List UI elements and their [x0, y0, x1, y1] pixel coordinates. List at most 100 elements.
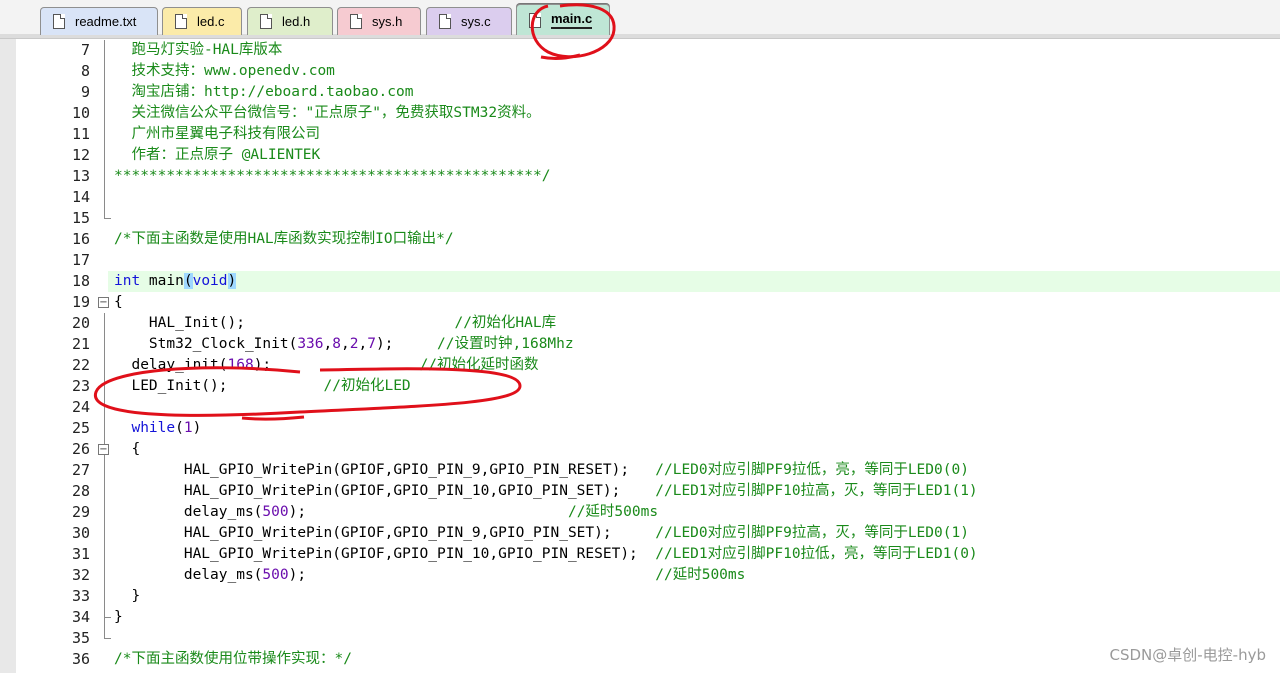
- line-number: 10: [71, 104, 90, 122]
- file-icon: [529, 12, 541, 28]
- code-text: while(1): [131, 420, 202, 436]
- file-icon: [350, 14, 362, 29]
- file-icon: [53, 14, 65, 29]
- tab-label: readme.txt: [75, 14, 137, 29]
- file-icon: [260, 14, 272, 29]
- code-line[interactable]: 29 delay_ms(500); //延时500ms: [0, 502, 1280, 523]
- code-text: HAL_GPIO_WritePin(GPIOF,GPIO_PIN_10,GPIO…: [114, 483, 978, 499]
- line-number: 35: [71, 629, 90, 647]
- tab-sys-c[interactable]: sys.c: [426, 7, 512, 35]
- code-line[interactable]: 22 delay_init(168); //初始化延时函数: [0, 355, 1280, 376]
- line-number: 24: [71, 398, 90, 416]
- code-text: {: [114, 294, 123, 310]
- code-line[interactable]: 9 淘宝店铺：http://eboard.taobao.com: [0, 82, 1280, 103]
- fold-toggle-icon[interactable]: −: [98, 444, 109, 455]
- line-number: 7: [80, 41, 90, 59]
- code-text: Stm32_Clock_Init(336,8,2,7); //设置时钟,168M…: [114, 336, 574, 352]
- line-number: 15: [71, 209, 90, 227]
- line-number: 12: [71, 146, 90, 164]
- code-line[interactable]: 31 HAL_GPIO_WritePin(GPIOF,GPIO_PIN_10,G…: [0, 544, 1280, 565]
- code-line[interactable]: 30 HAL_GPIO_WritePin(GPIOF,GPIO_PIN_9,GP…: [0, 523, 1280, 544]
- line-number: 25: [71, 419, 90, 437]
- code-line[interactable]: 23 LED_Init(); //初始化LED: [0, 376, 1280, 397]
- fold-toggle-icon[interactable]: −: [98, 297, 109, 308]
- line-number: 27: [71, 461, 90, 479]
- code-line[interactable]: 18 int main(void): [0, 271, 1280, 292]
- code-line[interactable]: 13 **************************************…: [0, 166, 1280, 187]
- file-icon: [175, 14, 187, 29]
- code-line[interactable]: 11 广州市星翼电子科技有限公司: [0, 124, 1280, 145]
- code-text: delay_init(168); //初始化延时函数: [114, 357, 539, 373]
- code-line[interactable]: 21 Stm32_Clock_Init(336,8,2,7); //设置时钟,1…: [0, 334, 1280, 355]
- code-line[interactable]: 12 作者：正点原子 @ALIENTEK: [0, 145, 1280, 166]
- line-number: 34: [71, 608, 90, 626]
- tab-main-c[interactable]: main.c: [516, 4, 610, 35]
- editor-tab-bar: readme.txt led.c led.h sys.h sys.c main.c: [0, 0, 1280, 39]
- line-number: 21: [71, 335, 90, 353]
- code-line[interactable]: 24: [0, 397, 1280, 418]
- code-text: {: [114, 441, 141, 457]
- code-editor[interactable]: 7 跑马灯实验-HAL库版本 8 技术支持：www.openedv.com 9 淘宝…: [0, 39, 1280, 673]
- line-number: 31: [71, 545, 90, 563]
- watermark: CSDN@卓创-电控-hyb: [1109, 646, 1267, 664]
- line-number: 32: [71, 566, 90, 584]
- tab-label: sys.h: [372, 14, 403, 29]
- line-number: 18: [71, 272, 90, 290]
- line-number: 26: [71, 440, 90, 458]
- code-text: }: [114, 588, 141, 604]
- code-line[interactable]: 7 跑马灯实验-HAL库版本: [0, 40, 1280, 61]
- tab-led-c[interactable]: led.c: [162, 7, 242, 35]
- code-line[interactable]: 32 delay_ms(500); //延时500ms: [0, 565, 1280, 586]
- code-text: 技术支持：www.openedv.com: [114, 63, 335, 79]
- line-number: 14: [71, 188, 90, 206]
- line-number: 17: [71, 251, 90, 269]
- tab-label: led.h: [282, 14, 311, 29]
- code-text: 作者：正点原子 @ALIENTEK: [114, 147, 321, 163]
- code-line[interactable]: 17: [0, 250, 1280, 271]
- code-text: delay_ms(500); //延时500ms: [114, 504, 659, 520]
- code-line[interactable]: 33 }: [0, 586, 1280, 607]
- code-text: ****************************************…: [114, 168, 551, 184]
- code-line[interactable]: 16 /*下面主函数是使用HAL库函数实现控制IO口输出*/: [0, 229, 1280, 250]
- tab-label: sys.c: [461, 14, 491, 29]
- line-number: 16: [71, 230, 90, 248]
- code-line[interactable]: 15: [0, 208, 1280, 229]
- code-line[interactable]: 26− {: [0, 439, 1280, 460]
- file-icon: [439, 14, 451, 29]
- code-line[interactable]: 19−{: [0, 292, 1280, 313]
- code-line[interactable]: 14: [0, 187, 1280, 208]
- code-text: int main(void): [114, 273, 237, 289]
- code-text: HAL_GPIO_WritePin(GPIOF,GPIO_PIN_9,GPIO_…: [114, 462, 969, 478]
- code-text: 关注微信公众平台微信号："正点原子"，免费获取STM32资料。: [114, 105, 541, 121]
- tab-sys-h[interactable]: sys.h: [337, 7, 421, 35]
- code-text: HAL_GPIO_WritePin(GPIOF,GPIO_PIN_9,GPIO_…: [114, 525, 969, 541]
- code-text: delay_ms(500); //延时500ms: [114, 567, 746, 583]
- code-line[interactable]: 34}: [0, 607, 1280, 628]
- tab-label: led.c: [197, 14, 225, 29]
- code-text: }: [114, 609, 123, 625]
- code-text: /*下面主函数使用位带操作实现：*/: [114, 651, 352, 667]
- code-line[interactable]: 27 HAL_GPIO_WritePin(GPIOF,GPIO_PIN_9,GP…: [0, 460, 1280, 481]
- line-number: 30: [71, 524, 90, 542]
- code-text: HAL_Init(); //初始化HAL库: [114, 315, 557, 331]
- code-line[interactable]: 35: [0, 628, 1280, 649]
- code-text: 淘宝店铺：http://eboard.taobao.com: [114, 84, 414, 100]
- code-line[interactable]: 25 while(1): [0, 418, 1280, 439]
- code-text: 跑马灯实验-HAL库版本: [114, 42, 283, 58]
- code-text: LED_Init(); //初始化LED: [114, 378, 411, 394]
- fold-end-marker: [104, 607, 111, 618]
- line-number: 20: [71, 314, 90, 332]
- code-line[interactable]: 10 关注微信公众平台微信号："正点原子"，免费获取STM32资料。: [0, 103, 1280, 124]
- tab-readme-txt[interactable]: readme.txt: [40, 7, 158, 35]
- fold-end-marker: [104, 628, 111, 639]
- line-number: 28: [71, 482, 90, 500]
- code-line[interactable]: 8 技术支持：www.openedv.com: [0, 61, 1280, 82]
- line-number: 33: [71, 587, 90, 605]
- line-number: 29: [71, 503, 90, 521]
- tab-led-h[interactable]: led.h: [247, 7, 333, 35]
- code-line[interactable]: 28 HAL_GPIO_WritePin(GPIOF,GPIO_PIN_10,G…: [0, 481, 1280, 502]
- code-line[interactable]: 36 /*下面主函数使用位带操作实现：*/: [0, 649, 1280, 670]
- code-line[interactable]: 20 HAL_Init(); //初始化HAL库: [0, 313, 1280, 334]
- line-number: 8: [80, 62, 90, 80]
- line-number: 13: [71, 167, 90, 185]
